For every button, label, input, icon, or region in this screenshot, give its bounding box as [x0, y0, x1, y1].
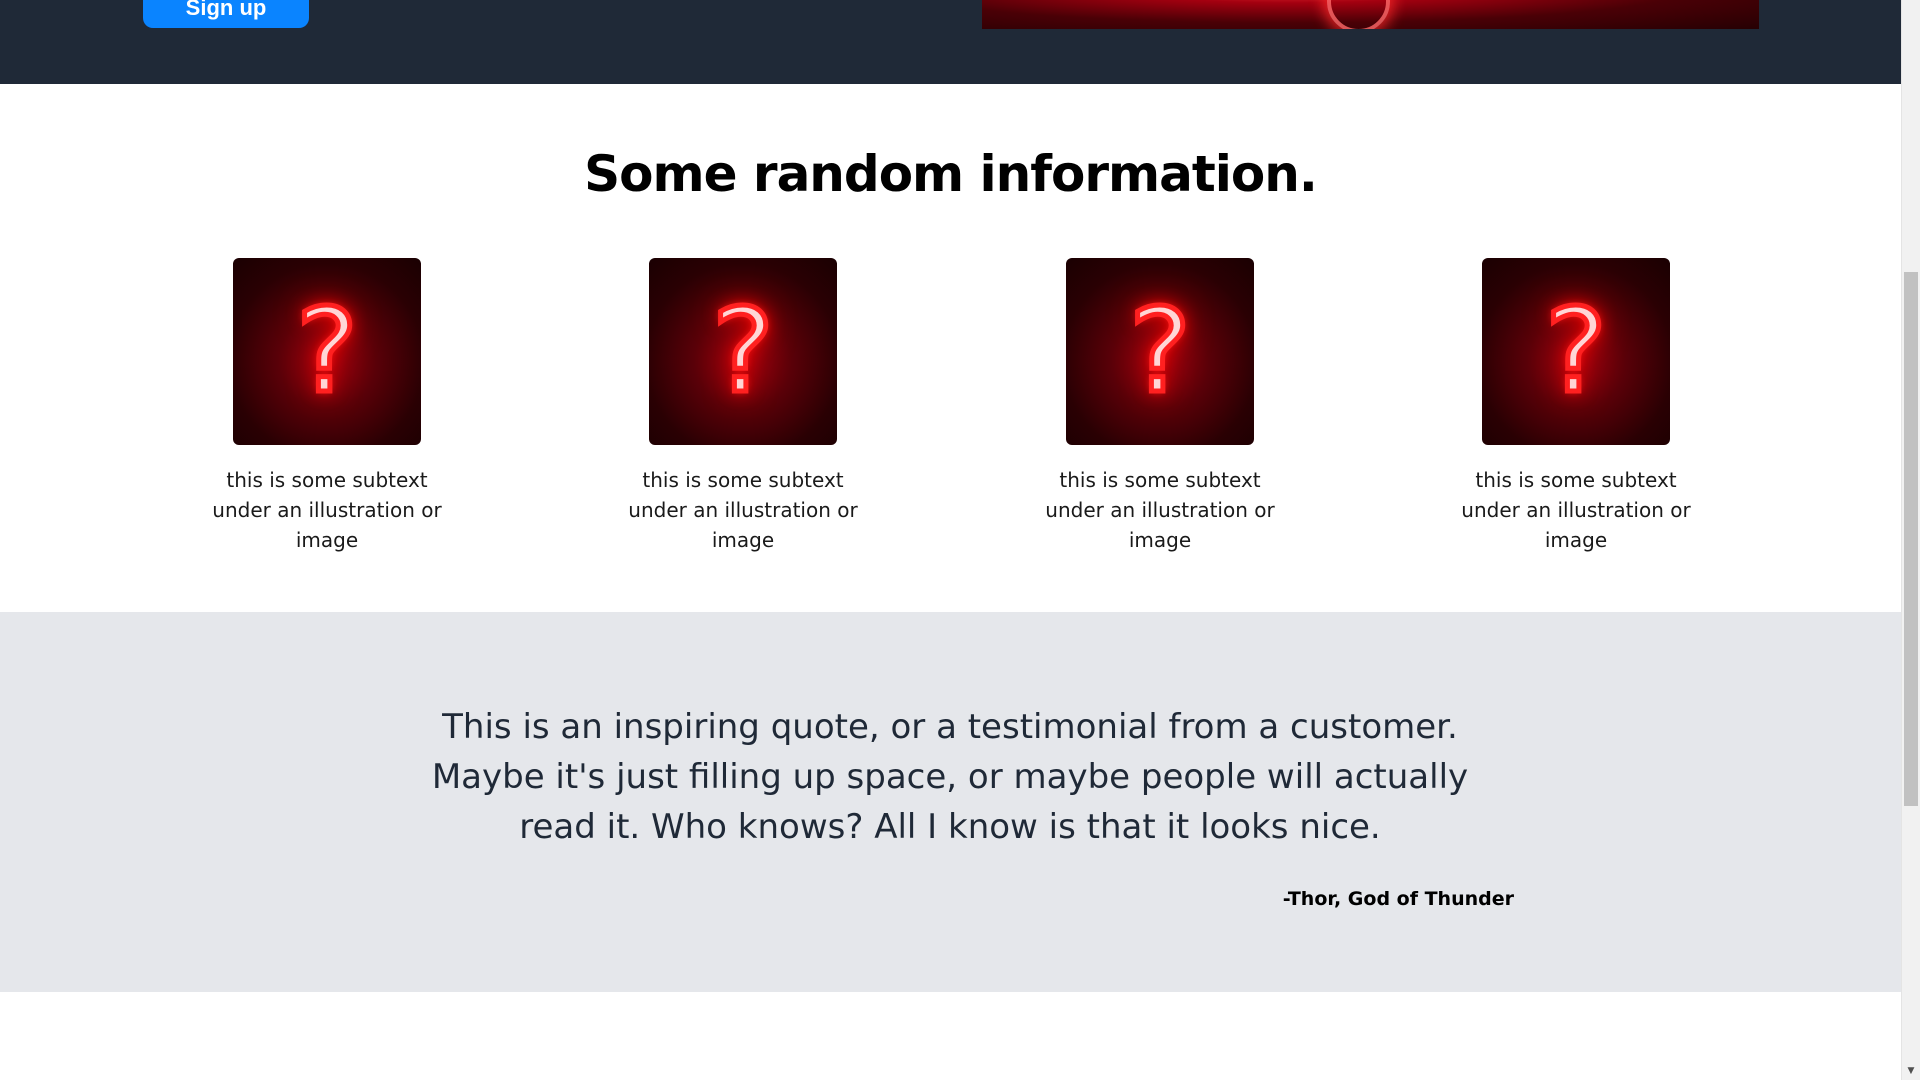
quote-section: This is an inspiring quote, or a testimo…: [0, 612, 1901, 992]
info-card: ? this is some subtext under an illustra…: [623, 258, 863, 555]
neon-question-mark-icon: ?: [710, 282, 777, 422]
neon-question-mark-icon: ?: [1543, 282, 1610, 422]
neon-question-mark-icon: ?: [1127, 282, 1194, 422]
signup-button[interactable]: Sign up: [143, 0, 309, 28]
info-card: ? this is some subtext under an illustra…: [1040, 258, 1280, 555]
card-image: ?: [1066, 258, 1254, 445]
card-image: ?: [233, 258, 421, 445]
info-card: ? this is some subtext under an illustra…: [1456, 258, 1696, 555]
page: Sign up Some random information. ? this …: [0, 0, 1901, 1080]
card-caption: this is some subtext under an illustrati…: [628, 468, 858, 552]
card-caption: this is some subtext under an illustrati…: [1045, 468, 1275, 552]
neon-question-mark-icon: ?: [294, 282, 361, 422]
info-card: ? this is some subtext under an illustra…: [207, 258, 447, 555]
quote-author: -Thor, God of Thunder: [1282, 888, 1514, 910]
triangle-down-icon[interactable]: ▼: [1902, 1063, 1920, 1080]
scrollbar-thumb[interactable]: [1904, 272, 1918, 806]
card-image: ?: [1482, 258, 1670, 445]
quote-text: This is an inspiring quote, or a testimo…: [431, 707, 1469, 847]
neon-glow-shape: [1327, 0, 1390, 29]
card-caption: this is some subtext under an illustrati…: [1461, 468, 1691, 552]
hero-section: Sign up: [0, 0, 1901, 84]
vertical-scrollbar[interactable]: ▼: [1901, 0, 1920, 1080]
hero-image: [982, 0, 1759, 29]
section-title: Some random information.: [584, 145, 1318, 203]
card-image: ?: [649, 258, 837, 445]
browser-viewport: Sign up Some random information. ? this …: [0, 0, 1920, 1080]
card-caption: this is some subtext under an illustrati…: [212, 468, 442, 552]
